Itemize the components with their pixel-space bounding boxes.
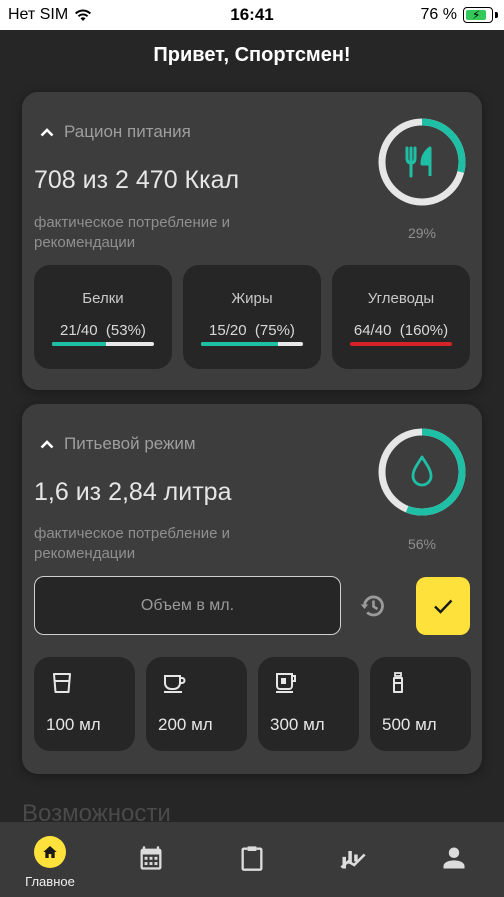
quick-add-label: 100 мл <box>46 715 101 734</box>
battery-area: 76 % ⚡ <box>421 6 498 24</box>
quick-add-100[interactable]: 100 мл <box>34 657 135 751</box>
checkmark-icon <box>434 599 453 614</box>
macro-progress-bar <box>52 342 154 346</box>
profile-icon <box>443 847 465 869</box>
water-value: 1,6 из 2,84 литра <box>34 478 232 506</box>
home-icon <box>43 846 57 858</box>
tab-clipboard[interactable] <box>202 822 302 897</box>
bottom-tab-bar: Главное <box>0 822 504 897</box>
quick-volume-row: 100 мл 200 мл 300 мл 500 мл <box>34 657 471 751</box>
tab-calendar[interactable] <box>101 822 201 897</box>
water-card[interactable]: Питьевой режим 1,6 из 2,84 литра фактиче… <box>22 404 482 774</box>
macro-name: Углеводы <box>367 290 435 307</box>
nutrition-header[interactable]: Рацион питания <box>40 122 191 142</box>
greeting-title: Привет, Спортсмен! <box>153 44 351 66</box>
clipboard-icon <box>241 846 263 871</box>
macro-name: Белки <box>82 290 124 307</box>
quick-add-label: 300 мл <box>270 715 325 734</box>
water-subtitle: фактическое потребление и рекомендации <box>34 525 230 562</box>
water-drop-icon <box>411 455 433 487</box>
nutrition-card[interactable]: Рацион питания 708 из 2 470 Ккал фактиче… <box>22 92 482 390</box>
status-bar: Нет SIM 16:41 76 % ⚡ <box>0 0 504 30</box>
macro-fat[interactable]: Жиры 15/20 (75%) <box>183 265 321 369</box>
macro-value: 15/20 (75%) <box>209 322 295 339</box>
calendar-icon <box>140 846 162 870</box>
tab-label: Главное <box>25 874 75 889</box>
water-percent: 56% <box>407 536 437 552</box>
nutrition-value: 708 из 2 470 Ккал <box>34 166 240 194</box>
quick-add-300[interactable]: 300 мл <box>258 657 359 751</box>
water-progress-ring <box>378 428 466 516</box>
battery-icon: ⚡ <box>463 7 493 23</box>
glass-icon <box>53 673 71 693</box>
macro-protein[interactable]: Белки 21/40 (53%) <box>34 265 172 369</box>
macro-carbs[interactable]: Углеводы 64/40 (160%) <box>332 265 470 369</box>
macros-row: Белки 21/40 (53%) Жиры 15/20 (75%) Углев… <box>34 265 470 369</box>
volume-input-placeholder: Объем в мл. <box>140 596 235 614</box>
tab-statistics[interactable] <box>303 822 403 897</box>
tab-home[interactable]: Главное <box>0 822 100 897</box>
macro-value: 21/40 (53%) <box>60 322 146 339</box>
nutrition-subtitle: фактическое потребление и рекомендации <box>34 214 230 251</box>
water-title: Питьевой режим <box>64 434 196 453</box>
chevron-up-icon[interactable] <box>40 439 54 449</box>
history-icon <box>360 595 384 617</box>
macro-value: 64/40 (160%) <box>353 322 449 339</box>
macro-name: Жиры <box>231 290 273 307</box>
nutrition-title: Рацион питания <box>64 122 191 141</box>
quick-add-label: 500 мл <box>382 715 437 734</box>
cup-icon <box>164 675 186 693</box>
nutrition-percent: 29% <box>407 225 437 241</box>
battery-percent: 76 % <box>420 6 457 23</box>
macro-progress-bar <box>201 342 303 346</box>
mug-icon <box>276 673 296 693</box>
chart-icon <box>340 851 366 869</box>
fork-knife-icon <box>405 146 432 178</box>
macro-progress-bar <box>350 342 452 346</box>
bottle-icon <box>393 672 403 693</box>
nutrition-progress-ring <box>378 118 466 206</box>
quick-add-500[interactable]: 500 мл <box>370 657 471 751</box>
water-header[interactable]: Питьевой режим <box>40 434 196 454</box>
history-button[interactable] <box>356 589 390 623</box>
quick-add-200[interactable]: 200 мл <box>146 657 247 751</box>
volume-input[interactable]: Объем в мл. <box>34 576 341 635</box>
quick-add-label: 200 мл <box>158 715 213 734</box>
chevron-up-icon[interactable] <box>40 127 54 137</box>
confirm-button[interactable] <box>416 577 470 635</box>
tab-profile[interactable] <box>404 822 504 897</box>
